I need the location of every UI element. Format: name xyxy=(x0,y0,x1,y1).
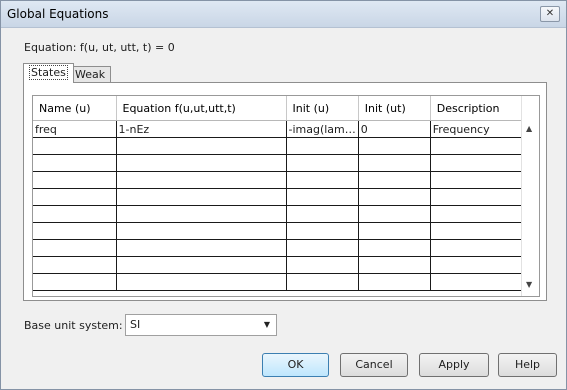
close-button[interactable]: ✕ xyxy=(540,6,560,22)
cancel-button[interactable]: Cancel xyxy=(340,353,408,377)
base-unit-system-select[interactable]: SI ▼ xyxy=(125,314,277,336)
table-cell[interactable] xyxy=(33,137,117,155)
table-cell[interactable] xyxy=(286,205,359,223)
table-cell[interactable] xyxy=(358,239,431,257)
column-header[interactable]: Equation f(u,ut,utt,t) xyxy=(116,96,287,121)
table-row[interactable] xyxy=(33,188,526,206)
table-cell[interactable] xyxy=(286,222,359,240)
states-panel: Name (u) Equation f(u,ut,utt,t) Init (u) In… xyxy=(23,82,547,301)
table-row[interactable] xyxy=(33,239,526,257)
table-cell[interactable] xyxy=(116,154,287,172)
table-cell[interactable] xyxy=(116,188,287,206)
table-cell[interactable] xyxy=(358,188,431,206)
table-row[interactable]: freq 1-nEz -imag(lam… 0 Frequency xyxy=(33,120,526,138)
table-cell[interactable] xyxy=(33,188,117,206)
table-cell[interactable] xyxy=(33,154,117,172)
tab-weak[interactable]: Weak xyxy=(69,66,112,82)
ok-button[interactable]: OK xyxy=(262,353,329,377)
table-cell[interactable] xyxy=(33,239,117,257)
title-bar: Global Equations ✕ xyxy=(1,1,566,28)
triangle-down-icon[interactable]: ▼ xyxy=(526,280,532,289)
table-row[interactable] xyxy=(33,273,526,291)
table-cell[interactable] xyxy=(116,205,287,223)
table-cell[interactable] xyxy=(286,137,359,155)
table-cell[interactable] xyxy=(358,273,431,291)
apply-button[interactable]: Apply xyxy=(419,353,489,377)
table-cell[interactable] xyxy=(286,171,359,189)
table-cell[interactable] xyxy=(286,188,359,206)
table-cell[interactable] xyxy=(358,137,431,155)
table-cell[interactable]: 0 xyxy=(358,120,431,138)
table-cell[interactable] xyxy=(430,137,526,155)
table-cell[interactable] xyxy=(358,171,431,189)
table-cell[interactable] xyxy=(358,256,431,274)
window-title: Global Equations xyxy=(7,7,109,21)
table-cell[interactable] xyxy=(430,239,526,257)
table-row[interactable] xyxy=(33,222,526,240)
table-cell[interactable] xyxy=(33,171,117,189)
column-header[interactable]: Init (u) xyxy=(286,96,359,121)
table-cell[interactable] xyxy=(116,137,287,155)
table-cell[interactable] xyxy=(286,154,359,172)
base-unit-system-value: SI xyxy=(130,318,141,331)
tab-states[interactable]: States xyxy=(23,63,74,83)
global-equations-dialog: Global Equations ✕ Equation: f(u, ut, ut… xyxy=(0,0,567,390)
table-cell[interactable] xyxy=(358,222,431,240)
table-cell[interactable] xyxy=(116,239,287,257)
help-button[interactable]: Help xyxy=(498,353,557,377)
table-cell[interactable] xyxy=(430,205,526,223)
table-cell[interactable] xyxy=(116,222,287,240)
column-header[interactable]: Description xyxy=(430,96,526,121)
table-row[interactable] xyxy=(33,256,526,274)
table-cell[interactable] xyxy=(430,273,526,291)
table-row[interactable] xyxy=(33,205,526,223)
table-cell[interactable] xyxy=(358,154,431,172)
table-cell[interactable] xyxy=(33,273,117,291)
table-cell[interactable]: -imag(lam… xyxy=(286,120,359,138)
table-cell[interactable] xyxy=(430,171,526,189)
table-cell[interactable]: 1-nEz xyxy=(116,120,287,138)
table-cell[interactable] xyxy=(33,222,117,240)
table-cell[interactable]: freq xyxy=(33,120,117,138)
base-unit-system-label: Base unit system: xyxy=(24,319,123,332)
column-header[interactable]: Name (u) xyxy=(33,96,117,121)
table-cell[interactable] xyxy=(116,171,287,189)
table-cell[interactable] xyxy=(430,256,526,274)
table-cell[interactable] xyxy=(116,256,287,274)
table-row[interactable] xyxy=(33,137,526,155)
table-cell[interactable] xyxy=(33,205,117,223)
equations-table: Name (u) Equation f(u,ut,utt,t) Init (u) In… xyxy=(33,96,526,291)
table-cell[interactable] xyxy=(33,256,117,274)
table-row[interactable] xyxy=(33,171,526,189)
table-cell[interactable] xyxy=(430,222,526,240)
table-cell[interactable] xyxy=(286,239,359,257)
vertical-scrollbar[interactable]: ▲ ▼ xyxy=(521,96,539,296)
table-cell[interactable] xyxy=(116,273,287,291)
triangle-up-icon[interactable]: ▲ xyxy=(526,124,532,133)
chevron-down-icon: ▼ xyxy=(263,320,270,329)
table-cell[interactable] xyxy=(430,188,526,206)
table-cell[interactable] xyxy=(286,256,359,274)
table-cell[interactable]: Frequency xyxy=(430,120,526,138)
table-cell[interactable] xyxy=(358,205,431,223)
table-cell[interactable] xyxy=(286,273,359,291)
table-cell[interactable] xyxy=(430,154,526,172)
states-table: Name (u) Equation f(u,ut,utt,t) Init (u) In… xyxy=(32,95,540,297)
equation-label: Equation: f(u, ut, utt, t) = 0 xyxy=(24,41,175,54)
column-header[interactable]: Init (ut) xyxy=(358,96,431,121)
table-row[interactable] xyxy=(33,154,526,172)
